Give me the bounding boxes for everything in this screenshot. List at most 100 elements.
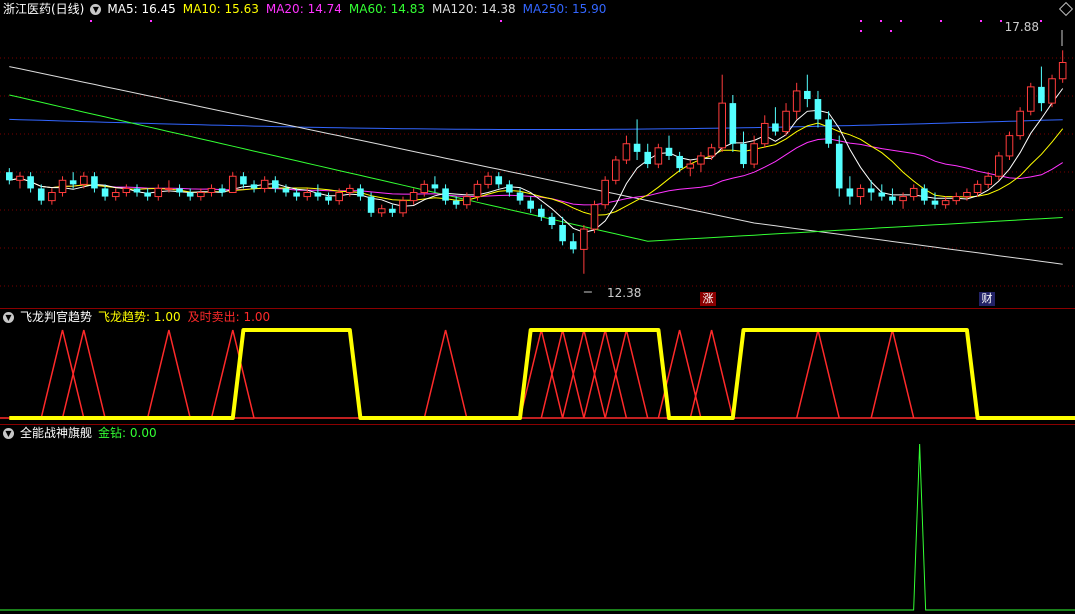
indicator2-legend: 金钻: 0.00 xyxy=(98,424,157,442)
stock.ma-label-5: MA250: 15.90 xyxy=(522,2,607,16)
candle-body xyxy=(495,176,503,185)
candle-body xyxy=(1016,110,1024,137)
indicator1-toggle-icon[interactable]: ▼ xyxy=(3,311,14,323)
candle xyxy=(804,74,811,108)
candle-body xyxy=(335,192,343,202)
candle-body xyxy=(707,147,716,157)
candle-body xyxy=(420,183,429,193)
candle-body xyxy=(240,176,247,185)
candle xyxy=(506,180,513,197)
high-price-label: 17.88 xyxy=(1004,20,1039,34)
candle-body xyxy=(111,192,120,198)
candle-body xyxy=(750,143,758,165)
candle-body xyxy=(612,159,620,181)
candle-body xyxy=(899,196,907,202)
candle xyxy=(409,188,418,205)
signal-dot xyxy=(500,20,502,22)
candle xyxy=(357,184,364,201)
candle xyxy=(867,180,875,201)
candle xyxy=(122,184,131,197)
signal-dot xyxy=(940,20,942,22)
candle-body xyxy=(792,90,801,112)
candle xyxy=(58,176,67,197)
candle xyxy=(442,184,449,205)
candle-body xyxy=(325,196,332,201)
candle-body xyxy=(48,192,56,202)
candle xyxy=(48,188,56,205)
sell-signal-peak xyxy=(795,329,840,419)
sell-signal-peak xyxy=(423,329,468,419)
candlestick-chart[interactable] xyxy=(0,0,1075,308)
signal-dot xyxy=(860,30,862,32)
candle-body xyxy=(601,179,609,206)
candle xyxy=(37,184,45,205)
signal-dot xyxy=(880,20,882,22)
candle-body xyxy=(889,196,896,201)
ma5-line xyxy=(9,88,1064,233)
indicator2-chart[interactable] xyxy=(0,424,1075,614)
candle-body xyxy=(293,192,300,197)
candle-body xyxy=(580,228,588,250)
candle-body xyxy=(409,192,418,202)
candle-body xyxy=(963,192,971,198)
candle xyxy=(792,82,801,120)
candle xyxy=(665,135,673,160)
candle-body xyxy=(676,155,683,169)
indicator1-legend: 飞龙趋势: 1.00 及时卖出: 1.00 xyxy=(98,308,270,326)
candle xyxy=(601,176,609,209)
event-marker-zhang[interactable]: 涨 xyxy=(700,292,716,306)
candle-body xyxy=(538,208,545,217)
candle-body xyxy=(452,200,460,205)
candle-body xyxy=(176,188,183,193)
sell-signal-peak xyxy=(870,329,915,419)
main-kline-panel[interactable]: 浙江医药(日线) ▼ MA5: 16.45 MA10: 15.63 MA20: 14… xyxy=(0,0,1075,308)
candle xyxy=(846,176,854,205)
candle xyxy=(377,204,386,217)
candle xyxy=(835,135,843,197)
candle xyxy=(431,176,439,193)
candle-body xyxy=(282,188,290,193)
candle-body xyxy=(165,187,173,190)
candle-body xyxy=(144,192,151,197)
candle xyxy=(612,155,620,185)
candle xyxy=(27,172,34,193)
candle xyxy=(144,188,151,201)
candle xyxy=(580,225,588,274)
candle-body xyxy=(91,176,98,189)
candle-body xyxy=(431,184,439,189)
candle xyxy=(856,184,865,205)
candle-body xyxy=(260,179,269,189)
candle-body xyxy=(69,180,77,185)
candle-body xyxy=(825,119,832,144)
signal-dot xyxy=(900,20,902,22)
indicator2-toggle-icon[interactable]: ▼ xyxy=(3,427,14,439)
candle xyxy=(538,204,545,221)
candle xyxy=(154,184,163,201)
candle-body xyxy=(804,90,811,100)
candle xyxy=(484,172,492,189)
indicator1-panel[interactable]: ▼ 飞龙判官趋势 飞龙趋势: 1.00 及时卖出: 1.00 xyxy=(0,308,1075,424)
ma-legend: MA5: 16.45 MA10: 15.63 MA20: 14.74 MA60: 14… xyxy=(107,0,606,18)
candle-body xyxy=(644,151,652,165)
signal-dot xyxy=(860,20,862,22)
candle-body xyxy=(952,196,961,202)
candle-body xyxy=(484,175,492,185)
candle-body xyxy=(984,175,992,185)
candle-body xyxy=(272,180,279,189)
candle xyxy=(186,188,194,201)
candle-body xyxy=(133,188,141,193)
candle xyxy=(197,188,205,201)
candle xyxy=(633,119,641,160)
ma-toggle-icon[interactable]: ▼ xyxy=(90,3,102,15)
event-marker-cai[interactable]: 财 xyxy=(979,292,995,306)
indicator2-panel[interactable]: ▼ 全能战神旗舰 金钻: 0.00 xyxy=(0,424,1075,614)
indicator1-title: 飞龙判官趋势 xyxy=(20,310,93,324)
stock.ma-label-2: MA20: 14.74 xyxy=(265,2,342,16)
candle xyxy=(389,204,396,217)
candle-body xyxy=(633,143,641,152)
sell-signal-peak xyxy=(689,329,734,419)
candle-body xyxy=(878,192,886,197)
candle xyxy=(176,184,183,197)
candle-body xyxy=(760,122,769,145)
ma60-line xyxy=(9,94,1063,242)
